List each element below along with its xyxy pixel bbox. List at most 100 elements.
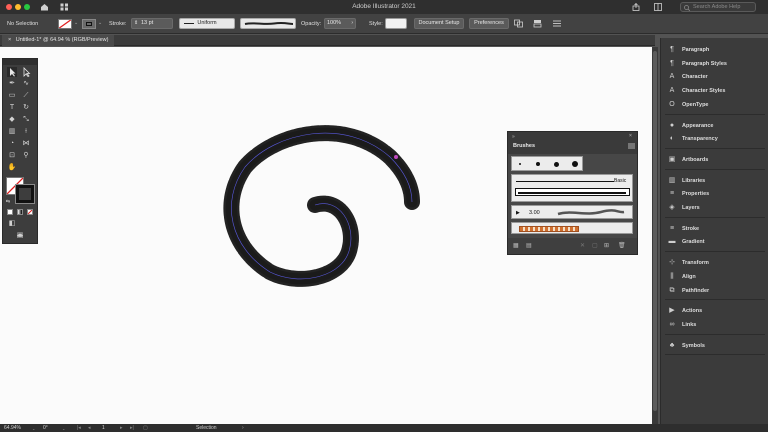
dock-item-links[interactable]: ∞ Links (661, 319, 768, 331)
gradient-mode-button[interactable] (17, 209, 23, 215)
rotation-value[interactable]: 0° (43, 425, 48, 431)
rotation-dropdown-icon[interactable]: ⌄ (62, 426, 65, 431)
search-help-field[interactable]: Search Adobe Help (680, 2, 756, 12)
tab-close-icon[interactable]: × (8, 37, 11, 43)
dock-item-properties[interactable]: ≡ Properties (661, 188, 768, 200)
current-tool-status[interactable]: Selection (196, 425, 217, 431)
dock-item-appearance[interactable]: ● Appearance (661, 120, 768, 132)
brush-dot-1[interactable] (519, 163, 521, 165)
dock-item-pathfinder[interactable]: ⧉ Pathfinder (661, 285, 768, 297)
selected-brush[interactable] (515, 188, 630, 196)
vertical-scroll-thumb[interactable] (653, 51, 657, 411)
stroke-swatch[interactable] (82, 19, 96, 29)
dock-item-stroke[interactable]: ≡ Stroke (661, 223, 768, 235)
variable-width-profile[interactable]: Uniform (179, 18, 235, 29)
eraser-tool-icon[interactable]: ◆ (7, 115, 17, 125)
selection-tool-icon[interactable] (7, 67, 17, 77)
arrange-icon[interactable] (533, 19, 543, 28)
delete-brush-icon[interactable]: 🗑 (618, 242, 626, 249)
tools-panel-grip[interactable] (3, 59, 37, 65)
remove-brush-stroke-icon[interactable]: ✕ (580, 242, 585, 249)
eyedropper-tool-icon[interactable]: ⟊ (21, 127, 31, 137)
type-tool-icon[interactable]: T (7, 103, 17, 113)
stroke-weight-field[interactable]: ⇕ 13 pt (131, 18, 173, 29)
brushes-panel-menu-icon[interactable] (628, 143, 635, 149)
pen-tool-icon[interactable]: ✒ (7, 79, 17, 89)
document-tab[interactable]: × Untitled-1* @ 64.94 % (RGB/Preview) (2, 35, 115, 46)
dock-separator (665, 147, 765, 149)
stroke-color-swatch[interactable] (15, 184, 35, 204)
dock-item-layers[interactable]: ◈ Layers (661, 202, 768, 214)
color-mode-button[interactable] (7, 209, 13, 215)
select-similar-icon[interactable] (514, 19, 524, 28)
gradient-tool-icon[interactable]: ▥ (7, 127, 17, 137)
artboard-navigator-icon[interactable]: ▢ (143, 425, 148, 431)
vertical-scrollbar[interactable] (652, 47, 658, 424)
next-artboard-icon[interactable]: ▸ (120, 425, 123, 431)
arrange-documents-icon[interactable] (654, 3, 662, 11)
shape-builder-tool-icon[interactable]: ◔ (7, 139, 17, 149)
direct-selection-tool-icon[interactable] (21, 67, 31, 78)
dock-item-align[interactable]: ⫼ Align (661, 271, 768, 283)
brushes-panel-collapse-icon[interactable]: » (512, 134, 515, 140)
edit-toolbar-icon[interactable]: ••• (15, 234, 25, 240)
style-swatch[interactable] (385, 18, 407, 29)
anchor-point[interactable] (394, 155, 398, 159)
document-setup-button[interactable]: Document Setup (414, 18, 464, 29)
zoom-tool-icon[interactable]: ⚲ (21, 151, 31, 161)
dock-item-transparency[interactable]: ◐ Transparency (661, 133, 768, 145)
dock-item-transform[interactable]: ⊹ Transform (661, 257, 768, 269)
brush-definition[interactable] (240, 18, 296, 29)
brushes-panel-close-icon[interactable]: × (629, 133, 632, 139)
brush-dot-2[interactable] (536, 162, 540, 166)
zoom-dropdown-icon[interactable]: ⌄ (32, 426, 35, 431)
brush-dot-4[interactable] (572, 161, 578, 167)
paintbrush-tool-icon[interactable]: ⟋ (21, 91, 31, 101)
dock-item-symbols[interactable]: ♣ Symbols (661, 340, 768, 352)
last-artboard-icon[interactable]: ▸| (130, 425, 134, 431)
preferences-button[interactable]: Preferences (469, 18, 509, 29)
first-artboard-icon[interactable]: |◂ (77, 425, 81, 431)
pathfinder-icon: ⧉ (669, 286, 675, 294)
basic-brush-row[interactable]: Basic (511, 174, 633, 202)
brush-dot-3[interactable] (554, 161, 559, 167)
artboard-number[interactable]: 1 (102, 425, 105, 431)
brushes-panel-header[interactable]: Brushes » × (508, 132, 637, 154)
fill-dropdown-icon[interactable]: ⌄ (74, 20, 78, 26)
brushes-panel-footer: ▦ ▤ ✕ ▢ ⊞ 🗑 (508, 238, 637, 254)
dock-item-opentype[interactable]: O OpenType (661, 99, 768, 111)
dock-item-artboards[interactable]: ▣ Artboards (661, 154, 768, 166)
rotate-tool-icon[interactable]: ↻ (21, 103, 31, 113)
draw-mode-icon[interactable]: ◧ (7, 219, 17, 229)
stroke-dropdown-icon[interactable]: ⌄ (98, 20, 102, 26)
scale-tool-icon[interactable]: ⤡ (21, 115, 31, 125)
brush-options-icon[interactable]: ▢ (592, 242, 598, 249)
dock-item-character[interactable]: A Character (661, 71, 768, 83)
panel-menu-icon[interactable] (552, 19, 564, 28)
artboard-tool-icon[interactable]: ⊡ (7, 151, 17, 161)
dock-item-libraries[interactable]: ▥ Libraries (661, 175, 768, 187)
opacity-field[interactable]: 100% › (324, 18, 356, 29)
dock-item-character-styles[interactable]: A Character Styles (661, 85, 768, 97)
hand-tool-icon[interactable]: ✋ (7, 163, 17, 173)
dock-item-paragraph[interactable]: ¶ Paragraph (661, 44, 768, 56)
zoom-level[interactable]: 64.94% (4, 425, 21, 431)
stroke-weight-stepper[interactable]: ⇕ (134, 19, 138, 28)
blend-tool-icon[interactable]: ⋈ (21, 139, 31, 149)
dock-item-gradient[interactable]: ▬ Gradient (661, 236, 768, 248)
dock-item-actions[interactable]: ▶ Actions (661, 305, 768, 317)
swap-fill-stroke-icon[interactable]: ⇆ (3, 197, 13, 207)
curvature-tool-icon[interactable]: ∿ (21, 79, 31, 89)
previous-artboard-icon[interactable]: ◂ (88, 425, 91, 431)
brush-libraries-icon[interactable]: ▦ (513, 242, 519, 249)
rectangle-tool-icon[interactable]: ▭ (7, 91, 17, 101)
dock-item-paragraph-styles[interactable]: ¶ Paragraph Styles (661, 58, 768, 70)
libraries-panel-icon[interactable]: ▤ (526, 242, 532, 249)
art-brush-row[interactable]: ▶ 3.00 (511, 205, 633, 219)
fill-swatch[interactable] (58, 19, 72, 29)
pattern-brush-row[interactable] (511, 222, 633, 234)
share-icon[interactable] (632, 3, 640, 11)
status-menu-icon[interactable]: › (242, 425, 244, 431)
none-mode-button[interactable] (27, 209, 33, 215)
new-brush-icon[interactable]: ⊞ (604, 242, 609, 249)
